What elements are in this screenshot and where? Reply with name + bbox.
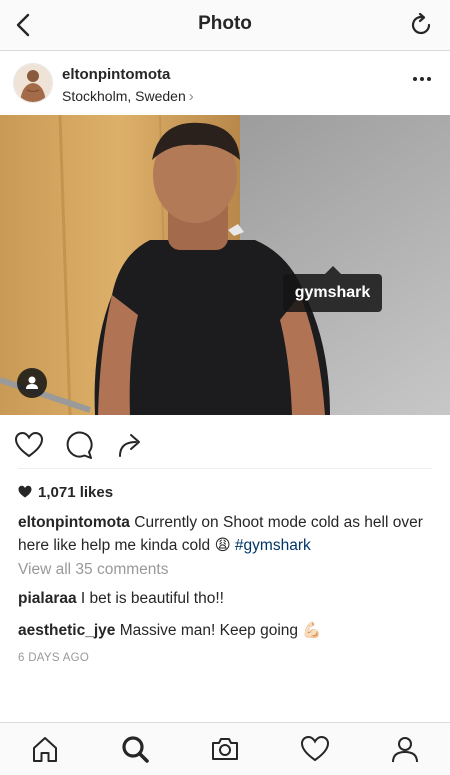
post-caption: eltonpintomota Currently on Shoot mode c… [18,511,433,557]
share-arrow-icon[interactable] [116,430,146,460]
caption-username[interactable]: eltonpintomota [18,514,130,531]
refresh-icon[interactable] [408,12,434,38]
comment-item: pialaraa I bet is beautiful tho!! [18,590,224,608]
comment-item: aesthetic_jye Massive man! Keep going 💪🏻 [18,621,322,640]
person-tag-icon[interactable] [17,368,47,398]
action-bar [0,420,450,468]
post-photo[interactable]: gymshark [0,115,450,415]
post-username[interactable]: eltonpintomota [62,66,170,83]
heart-icon[interactable] [14,430,44,460]
more-options-icon[interactable] [412,73,432,85]
home-icon[interactable] [30,734,60,764]
top-bar: Photo [0,0,450,51]
chevron-right-icon: › [188,88,194,105]
photo-tag-bubble[interactable]: gymshark [283,266,382,312]
comment-text: I bet is beautiful tho!! [80,590,224,607]
caption-hashtag[interactable]: #gymshark [235,537,311,554]
photo-image [0,115,450,415]
likes-text: 1,071 likes [38,484,114,501]
bottom-tab-bar [0,722,450,775]
comment-text: Massive man! Keep going 💪🏻 [119,622,322,639]
location-text: Stockholm, Sweden [62,88,186,104]
divider [18,468,432,469]
post-timestamp: 6 DAYS AGO [18,652,90,664]
post-header: eltonpintomota Stockholm, Sweden › [0,51,450,115]
comment-username[interactable]: aesthetic_jye [18,622,115,639]
page-title: Photo [198,13,252,34]
avatar[interactable] [13,63,53,103]
heart-filled-icon [18,485,32,498]
search-icon[interactable] [120,734,150,764]
post-location[interactable]: Stockholm, Sweden › [62,88,194,105]
camera-icon[interactable] [210,734,240,764]
likes-count[interactable]: 1,071 likes [18,484,113,501]
activity-heart-icon[interactable] [300,734,330,764]
profile-icon[interactable] [390,734,420,764]
view-all-comments-link[interactable]: View all 35 comments [18,561,168,579]
comment-bubble-icon[interactable] [64,430,94,460]
comment-username[interactable]: pialaraa [18,590,77,607]
